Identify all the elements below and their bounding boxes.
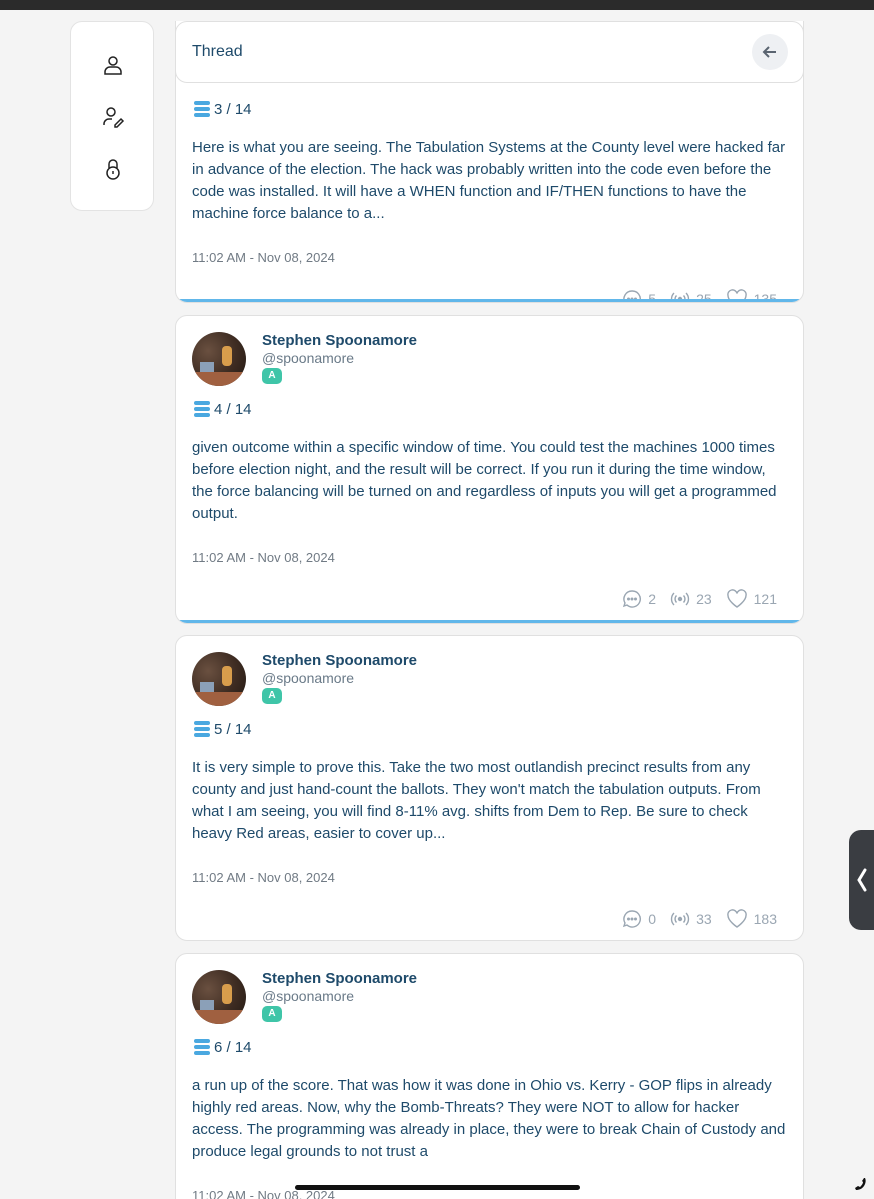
status-badge: A xyxy=(262,1006,282,1022)
comment-icon xyxy=(623,590,642,608)
like-count: 183 xyxy=(753,911,777,927)
like-count: 121 xyxy=(753,591,777,607)
comment-button[interactable]: 2 xyxy=(622,589,656,609)
author-name[interactable]: Stephen Spoonamore xyxy=(262,652,417,669)
repost-count: 33 xyxy=(696,911,712,927)
thread-stack-icon xyxy=(194,1039,210,1055)
post-accent-bar xyxy=(176,620,803,623)
post-actions: 0 33 183 xyxy=(608,909,777,929)
comment-count: 0 xyxy=(648,911,657,927)
side-panel-toggle[interactable] xyxy=(849,830,874,930)
post-timestamp: 11:02 AM - Nov 08, 2024 xyxy=(192,870,335,885)
author-handle[interactable]: @spoonamore xyxy=(262,670,354,686)
post-counter: 6 / 14 xyxy=(192,1037,252,1057)
thread-page: Thread 3 / 14 Here is what you are seein… xyxy=(175,21,804,1199)
thread-stack-icon xyxy=(194,721,210,737)
like-button[interactable]: 121 xyxy=(726,589,777,609)
avatar[interactable] xyxy=(192,652,246,706)
repost-button[interactable]: 23 xyxy=(670,589,712,609)
post-actions: 2 23 121 xyxy=(608,589,777,609)
back-button[interactable] xyxy=(752,34,788,70)
home-indicator xyxy=(295,1185,580,1190)
user-edit-icon[interactable] xyxy=(101,105,125,129)
post-counter-label: 3 / 14 xyxy=(214,100,252,118)
comment-count: 2 xyxy=(648,591,657,607)
post-counter-label: 6 / 14 xyxy=(214,1038,252,1056)
phone-icon xyxy=(855,1178,866,1190)
arrow-left-icon xyxy=(762,46,776,58)
author-handle[interactable]: @spoonamore xyxy=(262,988,354,1004)
thread-post: Stephen Spoonamore @spoonamore A 5 / 14 … xyxy=(175,635,804,941)
broadcast-icon xyxy=(670,592,690,606)
heart-icon xyxy=(726,909,747,928)
thread-post: Stephen Spoonamore @spoonamore A 6 / 14 … xyxy=(175,953,804,1199)
post-text: given outcome within a specific window o… xyxy=(192,439,777,522)
broadcast-icon xyxy=(670,912,690,926)
post-counter: 4 / 14 xyxy=(192,399,252,419)
thread-post: Stephen Spoonamore @spoonamore A 4 / 14 … xyxy=(175,315,804,624)
author-name[interactable]: Stephen Spoonamore xyxy=(262,970,417,987)
lock-icon[interactable] xyxy=(101,157,125,181)
post-text: a run up of the score. That was how it w… xyxy=(192,1077,786,1160)
post-text: It is very simple to prove this. Take th… xyxy=(192,759,761,842)
post-counter: 5 / 14 xyxy=(192,719,252,739)
page-title: Thread xyxy=(192,43,243,60)
thread-header: Thread xyxy=(175,21,804,83)
author-name[interactable]: Stephen Spoonamore xyxy=(262,332,417,349)
user-icon[interactable] xyxy=(101,53,125,77)
post-counter-label: 5 / 14 xyxy=(214,720,252,738)
thread-stack-icon xyxy=(194,101,210,117)
avatar[interactable] xyxy=(192,332,246,386)
thread-stack-icon xyxy=(194,401,210,417)
comment-button[interactable]: 0 xyxy=(622,909,656,929)
top-status-bar xyxy=(0,0,874,10)
comment-icon xyxy=(623,910,642,928)
post-timestamp: 11:02 AM - Nov 08, 2024 xyxy=(192,550,335,565)
post-text: Here is what you are seeing. The Tabulat… xyxy=(192,139,786,222)
repost-button[interactable]: 33 xyxy=(670,909,712,929)
heart-icon xyxy=(726,589,747,608)
status-badge: A xyxy=(262,368,282,384)
author-handle[interactable]: @spoonamore xyxy=(262,350,354,366)
avatar[interactable] xyxy=(192,970,246,1024)
sidebar xyxy=(70,21,154,211)
post-counter: 3 / 14 xyxy=(192,99,252,119)
post-accent-bar xyxy=(176,299,803,302)
post-timestamp: 11:02 AM - Nov 08, 2024 xyxy=(192,250,335,265)
like-button[interactable]: 183 xyxy=(726,909,777,929)
chevron-left-icon xyxy=(857,868,867,892)
repost-count: 23 xyxy=(696,591,712,607)
status-badge: A xyxy=(262,688,282,704)
post-counter-label: 4 / 14 xyxy=(214,400,252,418)
